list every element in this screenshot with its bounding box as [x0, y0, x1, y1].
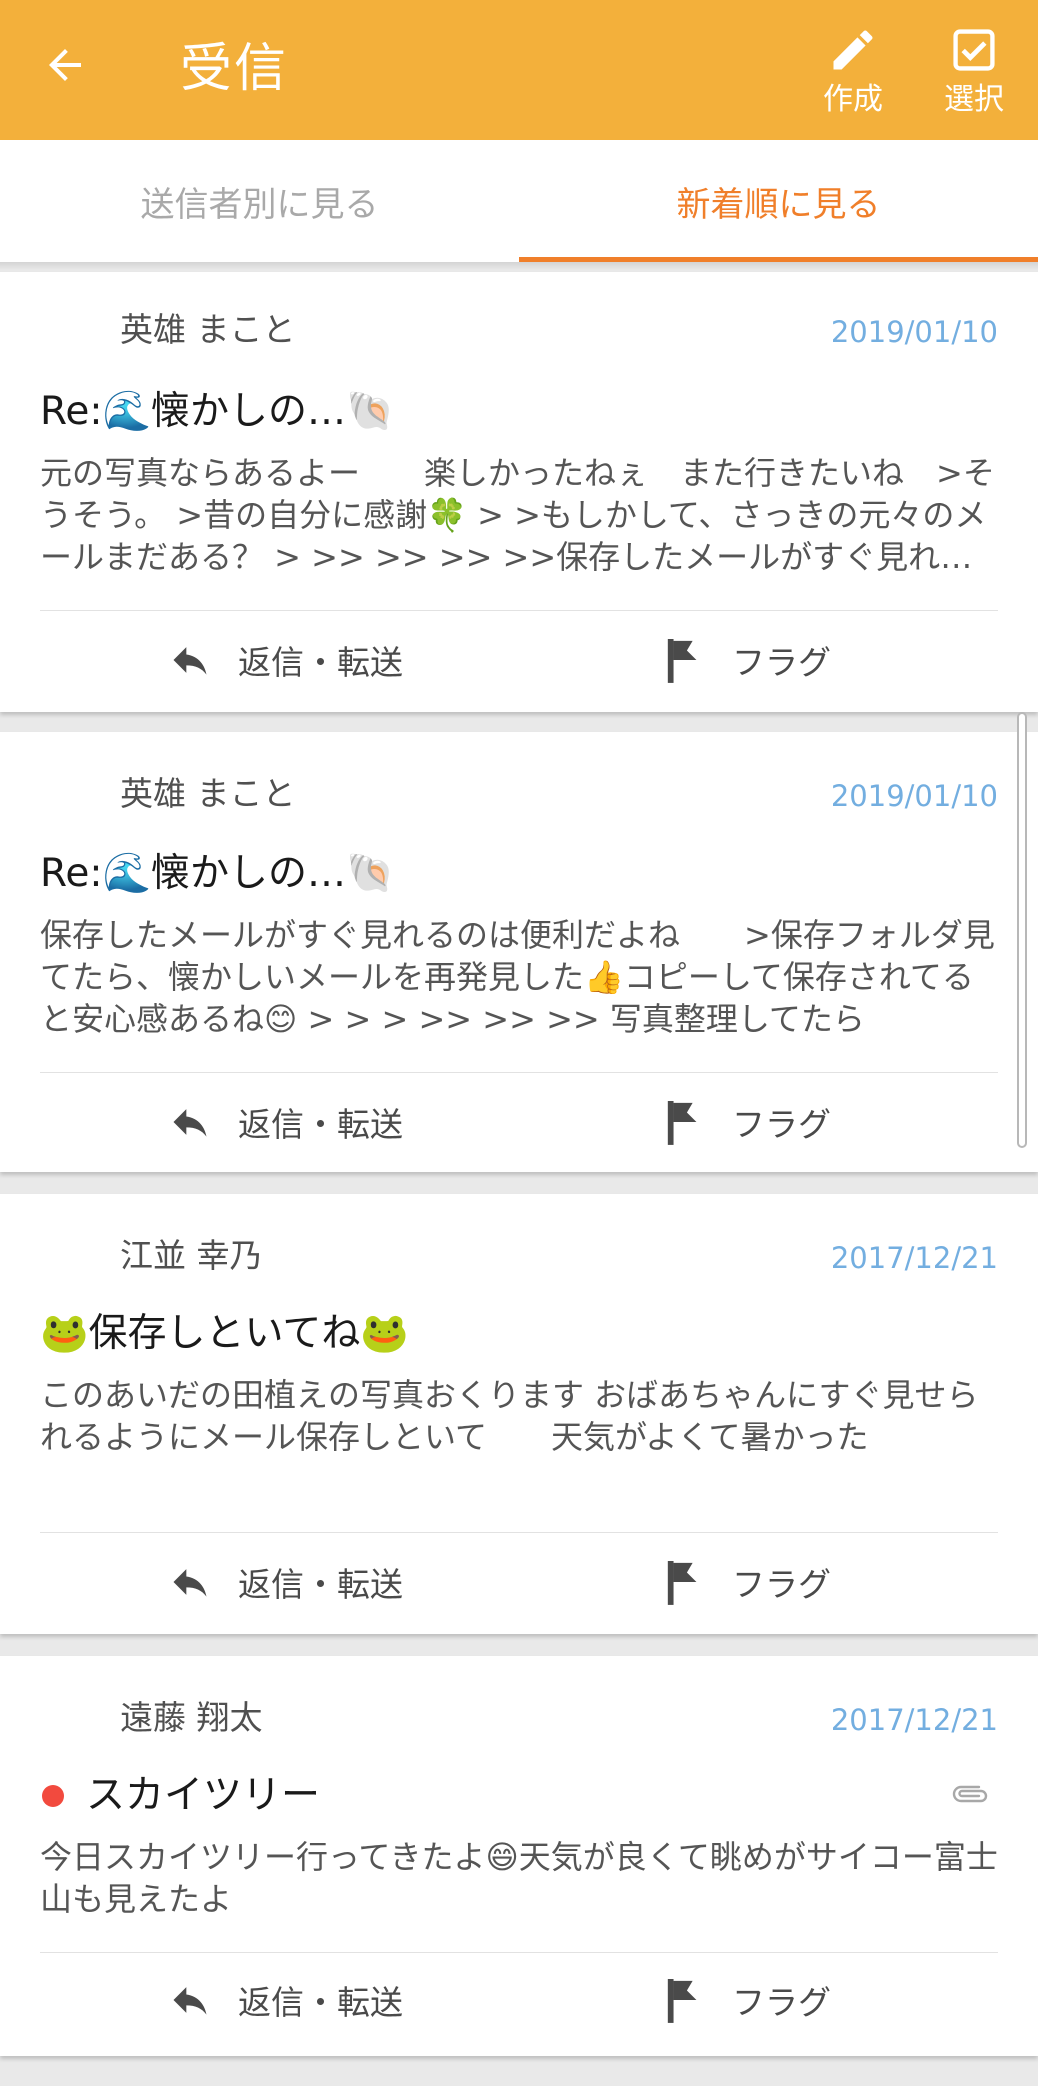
select-button[interactable]: 選択 — [924, 24, 1024, 118]
reply-forward-button[interactable]: 返信・転送 — [168, 1970, 403, 2030]
reply-forward-label: 返信・転送 — [238, 1105, 403, 1144]
message-date: 2019/01/10 — [830, 779, 998, 813]
message-card[interactable]: 遠藤 翔太 2017/12/21 スカイツリー 今日スカイツリー行ってきたよ😄天… — [0, 1656, 1038, 2056]
tab-newest[interactable]: 新着順に見る — [519, 140, 1038, 262]
reply-forward-label: 返信・転送 — [238, 1565, 403, 1604]
checkbox-icon — [953, 29, 995, 71]
flag-icon — [667, 639, 697, 683]
reply-icon — [173, 1109, 207, 1137]
select-label: 選択 — [944, 82, 1004, 117]
back-arrow-icon — [49, 49, 81, 81]
reply-icon — [173, 1569, 207, 1597]
message-preview: 保存したメールがすぐ見れるのは便利だよね >保存フォルダ見てたら、懐かしいメール… — [40, 916, 995, 1038]
flag-label: フラグ — [732, 1105, 831, 1144]
message-subject: Re:🌊懐かしの…🐚 — [40, 850, 395, 898]
message-date: 2019/01/10 — [830, 315, 998, 349]
flag-button[interactable]: フラグ — [664, 1552, 831, 1612]
divider — [40, 610, 998, 611]
divider — [40, 1072, 998, 1073]
message-subject: Re:🌊懐かしの…🐚 — [40, 388, 395, 436]
message-subject: 🐸保存しといてね🐸 — [40, 1310, 409, 1358]
compose-label: 作成 — [823, 82, 883, 117]
reply-forward-button[interactable]: 返信・転送 — [168, 1552, 403, 1612]
flag-icon — [667, 1561, 697, 1605]
page-title: 受信 — [180, 39, 289, 99]
view-tabs: 送信者別に見る 新着順に見る — [0, 140, 1038, 262]
subject-text: 🐸保存しといてね🐸 — [40, 1311, 409, 1356]
unread-indicator — [42, 1785, 64, 1807]
sender-name: 英雄 まこと — [120, 774, 296, 813]
reply-icon — [173, 647, 207, 675]
message-subject: スカイツリー — [40, 1772, 320, 1820]
flag-button[interactable]: フラグ — [664, 1970, 831, 2030]
tab-by-sender[interactable]: 送信者別に見る — [0, 140, 519, 262]
message-preview: 今日スカイツリー行ってきたよ😄天気が良くて眺めがサイコー富士山も見えたよ — [40, 1838, 998, 1918]
compose-button[interactable]: 作成 — [803, 24, 903, 118]
sender-name: 英雄 まこと — [120, 310, 296, 349]
reply-forward-label: 返信・転送 — [238, 643, 403, 682]
pencil-icon — [833, 30, 873, 70]
flag-button[interactable]: フラグ — [664, 630, 831, 690]
message-date: 2017/12/21 — [830, 1703, 998, 1737]
reply-forward-button[interactable]: 返信・転送 — [168, 630, 403, 690]
app-bar: 受信 作成 選択 — [0, 0, 1038, 140]
subject-text: Re:🌊懐かしの…🐚 — [40, 389, 395, 434]
tabs-shadow — [0, 262, 1038, 270]
divider — [40, 1532, 998, 1533]
back-button[interactable] — [30, 30, 100, 100]
message-card[interactable]: 英雄 まこと 2019/01/10 Re:🌊懐かしの…🐚 保存したメールがすぐ見… — [0, 732, 1038, 1172]
sender-name: 江並 幸乃 — [120, 1236, 263, 1275]
message-preview: 元の写真ならあるよー 楽しかったねぇ また行きたいね >そうそう。 >昔の自分に… — [40, 454, 995, 576]
flag-button[interactable]: フラグ — [664, 1092, 831, 1152]
message-card[interactable]: 英雄 まこと 2019/01/10 Re:🌊懐かしの…🐚 元の写真ならあるよー … — [0, 272, 1038, 712]
flag-label: フラグ — [732, 1565, 831, 1604]
subject-text: Re:🌊懐かしの…🐚 — [40, 851, 395, 896]
subject-text: スカイツリー — [86, 1773, 321, 1818]
reply-forward-label: 返信・転送 — [238, 1983, 403, 2022]
message-card[interactable]: 江並 幸乃 2017/12/21 🐸保存しといてね🐸 このあいだの田植えの写真お… — [0, 1194, 1038, 1634]
message-preview: このあいだの田植えの写真おくります おばあちゃんにすぐ見せられるようにメール保存… — [40, 1376, 979, 1456]
divider — [40, 1952, 998, 1953]
message-date: 2017/12/21 — [830, 1241, 998, 1275]
paperclip-icon — [952, 1785, 988, 1803]
flag-label: フラグ — [732, 1983, 831, 2022]
sender-name: 遠藤 翔太 — [120, 1698, 263, 1737]
reply-icon — [173, 1987, 207, 2015]
list-scrollbar[interactable] — [1017, 712, 1027, 1148]
flag-label: フラグ — [732, 643, 831, 682]
reply-forward-button[interactable]: 返信・転送 — [168, 1092, 403, 1152]
flag-icon — [667, 1101, 697, 1145]
flag-icon — [667, 1979, 697, 2023]
